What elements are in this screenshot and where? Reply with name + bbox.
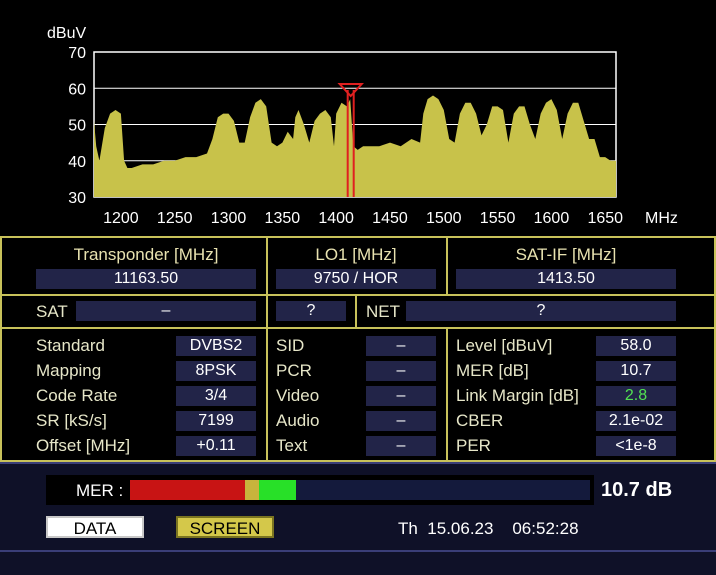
- x-tick-label: 1200: [103, 210, 139, 227]
- lo1-value[interactable]: 9750 / HOR: [276, 269, 436, 289]
- pcr-label: PCR: [276, 361, 312, 380]
- x-tick-label: 1350: [265, 210, 301, 227]
- satif-value[interactable]: 1413.50: [456, 269, 676, 289]
- video-value: –: [366, 386, 436, 406]
- x-tick-label: 1300: [211, 210, 247, 227]
- transponder-label: Transponder [MHz]: [73, 245, 219, 264]
- sat-unknown-value[interactable]: ?: [276, 301, 346, 321]
- link-margin-label: Link Margin [dB]: [456, 386, 579, 405]
- per-value: <1e-8: [596, 436, 676, 456]
- offset-value: +0.11: [176, 436, 256, 456]
- code-rate-label: Code Rate: [36, 386, 118, 405]
- x-tick-label: 1400: [318, 210, 354, 227]
- level-label: Level [dBuV]: [456, 336, 553, 355]
- mer-label: MER [dB]: [456, 361, 529, 380]
- divider: [0, 550, 716, 552]
- text-label: Text: [276, 436, 308, 455]
- divider: [446, 236, 448, 296]
- level-value: 58.0: [596, 336, 676, 356]
- screen-button[interactable]: SCREEN: [176, 516, 274, 538]
- y-tick-label: 40: [68, 154, 86, 171]
- data-button[interactable]: DATA: [46, 516, 144, 538]
- y-tick-label: 30: [68, 190, 86, 207]
- sid-value: –: [366, 336, 436, 356]
- net-value[interactable]: ?: [406, 301, 676, 321]
- mer-value: 10.7: [596, 361, 676, 381]
- satif-label: SAT-IF [MHz]: [515, 245, 617, 264]
- sat-label: SAT: [36, 302, 68, 321]
- mer-gauge-red-segment: [130, 480, 245, 500]
- divider: [266, 327, 268, 462]
- status-bar: MER : 10.7 dB DATA SCREEN Th 15.06.23 06…: [0, 462, 716, 575]
- sat-value[interactable]: –: [76, 301, 256, 321]
- transponder-value[interactable]: 11163.50: [36, 269, 256, 289]
- mapping-value: 8PSK: [176, 361, 256, 381]
- mer-gauge-label: MER :: [76, 481, 124, 500]
- code-rate-value: 3/4: [176, 386, 256, 406]
- divider: [0, 462, 716, 464]
- y-tick-label: 70: [68, 45, 86, 62]
- mer-gauge: [130, 480, 590, 500]
- per-label: PER: [456, 436, 491, 455]
- x-tick-label: 1650: [587, 210, 623, 227]
- cber-value: 2.1e-02: [596, 411, 676, 431]
- divider: [266, 294, 268, 329]
- mer-gauge-value: 10.7 dB: [601, 479, 673, 501]
- sid-label: SID: [276, 336, 305, 355]
- video-label: Video: [276, 386, 320, 405]
- x-tick-label: 1450: [372, 210, 408, 227]
- standard-label: Standard: [36, 336, 105, 355]
- y-tick-label: 60: [68, 81, 86, 98]
- mer-gauge-yellow-segment: [245, 480, 259, 500]
- y-tick-label: 50: [68, 118, 86, 135]
- x-tick-label: 1500: [426, 210, 462, 227]
- pcr-value: –: [366, 361, 436, 381]
- mapping-label: Mapping: [36, 361, 102, 380]
- divider: [355, 294, 357, 329]
- date-time: Th 15.06.23 06:52:28: [398, 519, 579, 538]
- net-label: NET: [366, 302, 400, 321]
- lo1-label: LO1 [MHz]: [315, 245, 397, 264]
- spectrum-chart: dBuV MHz 70 60 50 40 30 1200 1250 1300 1350 1400…: [47, 25, 678, 227]
- mer-gauge-green-segment: [258, 480, 296, 500]
- x-tick-labels: 1200 1250 1300 1350 1400 1450 1500 1550 1600 1650: [103, 210, 623, 227]
- audio-label: Audio: [276, 411, 320, 430]
- symbol-rate-value: 7199: [176, 411, 256, 431]
- x-tick-label: 1550: [480, 210, 516, 227]
- x-tick-label: 1250: [157, 210, 193, 227]
- audio-value: –: [366, 411, 436, 431]
- symbol-rate-label: SR [kS/s]: [36, 411, 107, 430]
- text-value: –: [366, 436, 436, 456]
- y-tick-labels: 70 60 50 40 30: [68, 45, 86, 207]
- x-axis-unit: MHz: [645, 210, 678, 227]
- offset-label: Offset [MHz]: [36, 436, 131, 455]
- divider: [446, 327, 448, 462]
- standard-value: DVBS2: [176, 336, 256, 356]
- link-margin-value: 2.8: [596, 386, 676, 406]
- cber-label: CBER: [456, 411, 504, 430]
- x-tick-label: 1600: [534, 210, 570, 227]
- divider: [266, 236, 268, 296]
- y-axis-unit: dBuV: [47, 25, 86, 42]
